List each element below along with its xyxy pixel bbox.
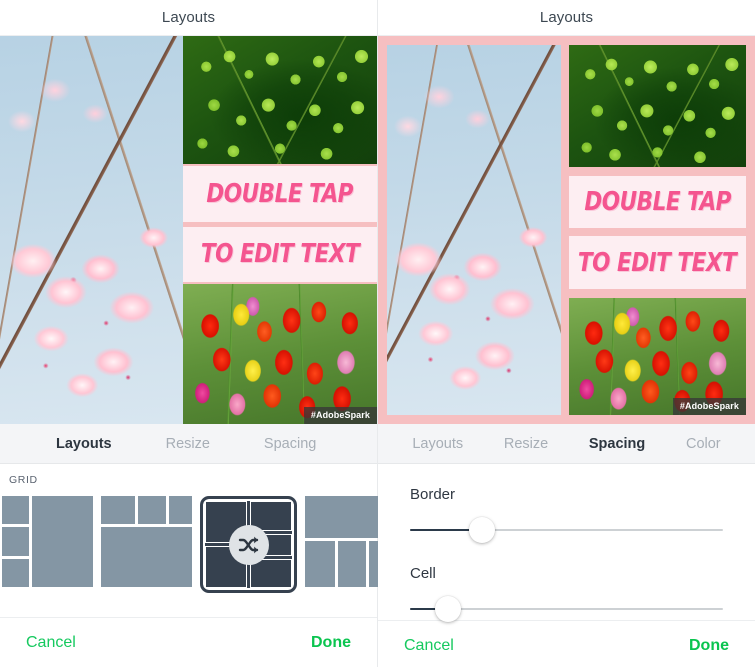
thumb-cell — [2, 527, 29, 556]
panel-body-left: GRID — [0, 464, 396, 617]
thumb-cell — [2, 558, 29, 587]
text-band-1[interactable]: DOUBLE TAP — [569, 175, 746, 229]
thumb-cell — [338, 541, 366, 587]
tab-layouts[interactable]: Layouts — [56, 436, 112, 452]
tab-color[interactable]: Color — [686, 436, 721, 452]
collage-cell-leaves[interactable] — [569, 45, 746, 168]
collage-grid: DOUBLE TAP TO EDIT TEXT #AdobeSpark — [0, 36, 377, 424]
footer-left: Cancel Done — [0, 617, 377, 667]
shuffle-icon[interactable] — [228, 524, 269, 565]
done-button[interactable]: Done — [311, 634, 351, 652]
collage-right-column: DOUBLE TAP TO EDIT TEXT — [182, 36, 377, 424]
collage-cell-leaves[interactable] — [182, 36, 377, 165]
cherry-blossom-photo — [0, 36, 183, 424]
collage-cell-text[interactable]: DOUBLE TAP TO EDIT TEXT — [569, 175, 746, 290]
text-band-1[interactable]: DOUBLE TAP — [182, 166, 377, 222]
cell-label: Cell — [410, 565, 436, 582]
cancel-button[interactable]: Cancel — [404, 637, 454, 655]
watermark-badge: #AdobeSpark — [672, 398, 746, 415]
panel-body-right: Border Cell — [378, 464, 755, 622]
cell-slider[interactable] — [410, 596, 723, 622]
thumb-cell — [32, 496, 93, 587]
panel-layouts: Layouts DOUBLE TAP TO EDIT TEXT #AdobeSp… — [0, 0, 396, 667]
border-slider-group: Border — [378, 464, 755, 543]
green-leaves-photo — [182, 36, 377, 165]
thumb-cell — [138, 496, 166, 524]
page-title: Layouts — [539, 9, 594, 26]
thumb-cell — [101, 496, 136, 524]
tab-resize[interactable]: Resize — [504, 436, 548, 452]
cherry-blossom-photo — [387, 45, 562, 415]
collage-grid: DOUBLE TAP TO EDIT TEXT #AdobeSpark — [378, 36, 755, 424]
thumb-cell — [305, 541, 336, 587]
collage-right-column: DOUBLE TAP TO EDIT TEXT — [569, 45, 746, 415]
tab-layouts[interactable]: Layouts — [412, 436, 463, 452]
tabbar-right: Layouts Resize Spacing Color — [378, 424, 755, 464]
thumb-cell — [250, 558, 292, 588]
text-line-1: DOUBLE TAP — [584, 187, 731, 218]
thumb-cell — [168, 496, 193, 524]
panel-spacing: Layouts DOUBLE TAP TO EDIT TEXT #AdobeSp… — [378, 0, 755, 667]
cell-slider-knob[interactable] — [434, 596, 461, 622]
text-band-2[interactable]: TO EDIT TEXT — [569, 236, 746, 290]
thumb-cell — [2, 496, 29, 525]
cell-slider-group: Cell — [378, 541, 755, 622]
border-label: Border — [410, 486, 456, 503]
collage-preview-left[interactable]: DOUBLE TAP TO EDIT TEXT #AdobeSpark — [0, 36, 377, 424]
red-tulips-photo — [182, 284, 377, 424]
grid-thumbnail-3-selected[interactable] — [200, 496, 297, 593]
border-slider-knob[interactable] — [468, 517, 495, 543]
green-leaves-photo — [569, 45, 746, 168]
collage-cell-tulips[interactable] — [182, 284, 377, 424]
collage-cell-text[interactable]: DOUBLE TAP TO EDIT TEXT — [182, 164, 377, 285]
titlebar-right: Layouts — [378, 0, 755, 36]
done-button[interactable]: Done — [689, 637, 729, 655]
text-line-2: TO EDIT TEXT — [578, 247, 737, 278]
page-title: Layouts — [161, 9, 216, 26]
titlebar-left: Layouts — [0, 0, 377, 36]
text-line-1: DOUBLE TAP — [206, 179, 354, 210]
thumb2-top-row — [101, 496, 193, 524]
watermark-badge: #AdobeSpark — [303, 407, 377, 424]
app-screen: Layouts DOUBLE TAP TO EDIT TEXT #AdobeSp… — [0, 0, 755, 667]
cancel-button[interactable]: Cancel — [26, 634, 76, 652]
collage-cell-blossom[interactable] — [0, 36, 183, 424]
tab-spacing[interactable]: Spacing — [264, 436, 316, 452]
tab-resize[interactable]: Resize — [166, 436, 210, 452]
grid-thumbnail-2[interactable] — [101, 496, 193, 587]
collage-preview-right[interactable]: DOUBLE TAP TO EDIT TEXT #AdobeSpark — [378, 36, 755, 424]
tab-spacing[interactable]: Spacing — [589, 436, 645, 452]
footer-right: Cancel Done — [378, 620, 755, 667]
grid-thumbnail-list — [0, 486, 396, 593]
collage-cell-blossom[interactable] — [387, 45, 562, 415]
text-line-2: TO EDIT TEXT — [200, 239, 360, 270]
text-band-2[interactable]: TO EDIT TEXT — [182, 226, 377, 282]
border-slider[interactable] — [410, 517, 723, 543]
grid-thumbnail-1[interactable] — [2, 496, 93, 587]
thumb-cell — [101, 527, 192, 587]
thumb1-left-col — [2, 496, 29, 587]
grid-section-label: GRID — [9, 474, 38, 486]
tabbar-left: Layouts Resize Spacing — [0, 424, 377, 464]
